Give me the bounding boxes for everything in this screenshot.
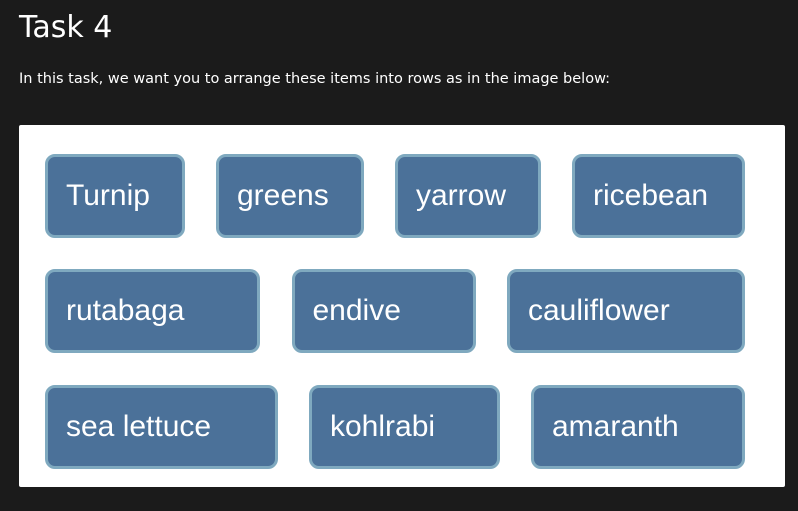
items-panel: Turnip greens yarrow ricebean rutabaga e… (19, 125, 785, 487)
items-row-1: Turnip greens yarrow ricebean (45, 154, 745, 238)
page-title: Task 4 (19, 10, 113, 45)
items-row-3: sea lettuce kohlrabi amaranth (45, 385, 745, 469)
task-instructions: In this task, we want you to arrange the… (19, 71, 611, 87)
item-kohlrabi[interactable]: kohlrabi (309, 385, 500, 469)
item-amaranth[interactable]: amaranth (531, 385, 745, 469)
item-turnip[interactable]: Turnip (45, 154, 185, 238)
items-row-2: rutabaga endive cauliflower (45, 269, 745, 353)
item-cauliflower[interactable]: cauliflower (507, 269, 745, 353)
item-sea-lettuce[interactable]: sea lettuce (45, 385, 278, 469)
item-yarrow[interactable]: yarrow (395, 154, 541, 238)
item-greens[interactable]: greens (216, 154, 364, 238)
item-endive[interactable]: endive (291, 269, 476, 353)
item-ricebean[interactable]: ricebean (572, 154, 745, 238)
item-rutabaga[interactable]: rutabaga (45, 269, 260, 353)
